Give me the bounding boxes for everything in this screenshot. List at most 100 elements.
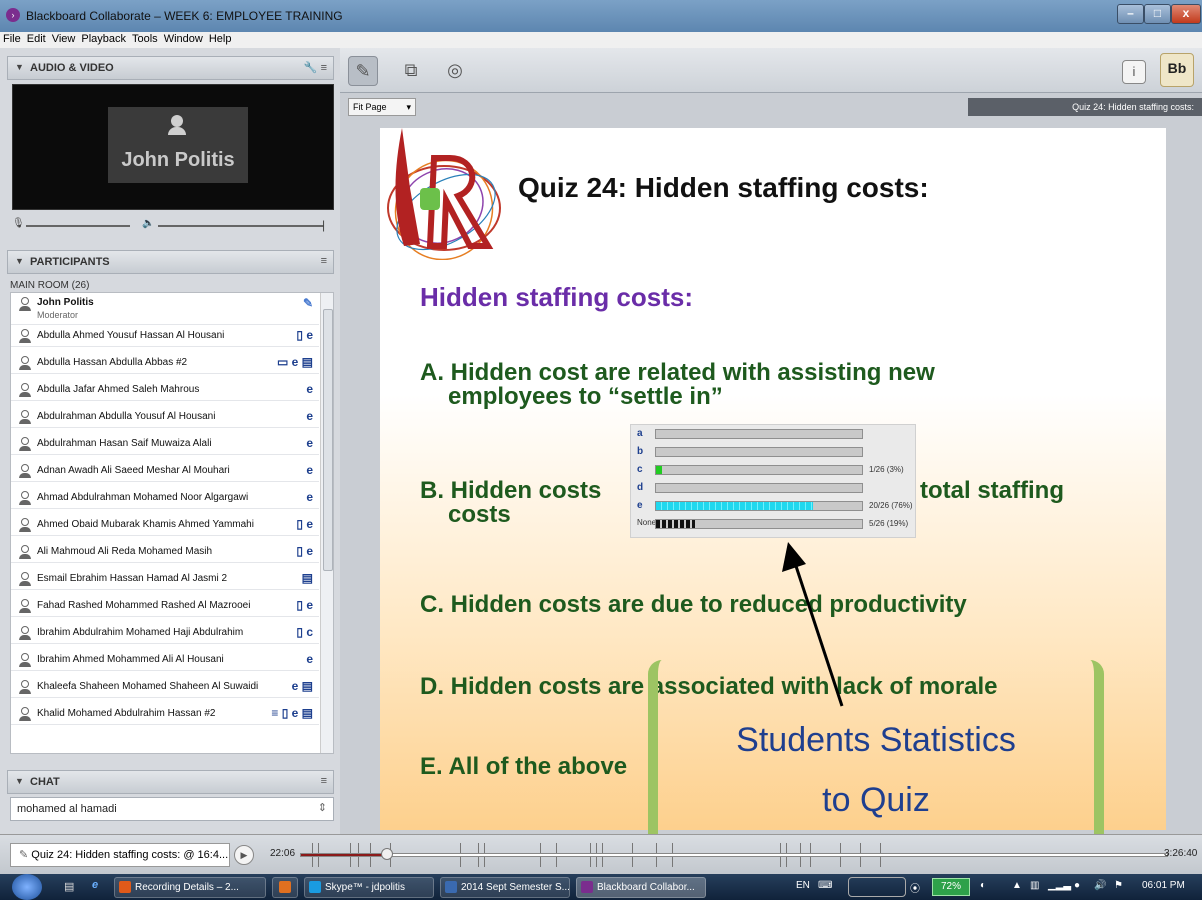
clock[interactable]: 06:01 PM (1142, 880, 1185, 891)
panel-menu-icon[interactable]: 🔧 ≡ (304, 61, 327, 74)
list-item[interactable]: Esmail Ebrahim Hassan Hamad Al Jasmi 2 ▤ (11, 568, 319, 590)
participant-status: e (306, 463, 313, 477)
participant-icon (19, 491, 31, 505)
list-item[interactable]: Abdulla Jafar Ahmed Saleh Mahrous e (11, 379, 319, 401)
participants-list[interactable]: John Politis Moderator ✎ Abdulla Ahmed Y… (10, 292, 334, 754)
network-icon[interactable]: ▥ (1030, 880, 1039, 891)
participant-icon (19, 297, 31, 311)
poll-bar (655, 483, 863, 493)
scrollbar-thumb[interactable] (323, 309, 333, 571)
menu-file[interactable]: File (0, 32, 24, 45)
action-center-icon[interactable]: ⚑ (1114, 880, 1123, 891)
list-item[interactable]: Ahmad Abdulrahman Mohamed Noor Algargawi… (11, 487, 319, 509)
recording-item-dropdown[interactable]: ✎ Quiz 24: Hidden staffing costs: @ 16:4… (10, 843, 230, 867)
speaker-volume-slider[interactable] (158, 225, 324, 227)
participant-name: Khaleefa Shaheen Mohamed Shaheen Al Suwa… (37, 681, 259, 692)
window-titlebar: › Blackboard Collaborate – WEEK 6: EMPLO… (0, 0, 1202, 32)
poll-bar (655, 501, 863, 511)
list-item[interactable]: Ahmed Obaid Mubarak Khamis Ahmed Yammahi… (11, 514, 319, 536)
info-icon[interactable]: i (1122, 60, 1146, 84)
participants-scrollbar[interactable] (320, 293, 333, 753)
panel-menu-icon[interactable]: ≡ (321, 255, 327, 267)
close-button[interactable]: x (1171, 4, 1201, 24)
menu-playback[interactable]: Playback (78, 32, 129, 45)
poll-result-label: 5/26 (19%) (869, 519, 909, 528)
volume-handle[interactable]: | (322, 218, 325, 232)
language-indicator[interactable]: EN (796, 880, 810, 891)
timeline-slider[interactable] (300, 848, 1168, 860)
collapse-icon[interactable]: ▼ (15, 62, 24, 72)
taskbar-item-blackboard[interactable]: Blackboard Collabor... (576, 877, 706, 898)
windows-taskbar: ▤ e Recording Details – 2... Skype™ - jd… (0, 874, 1202, 900)
web-tour-icon[interactable]: ◎ (440, 56, 470, 86)
menu-help[interactable]: Help (206, 32, 235, 45)
annotation-text: Students Statistics to Quiz (660, 710, 1092, 830)
chat-scroll-icon[interactable]: ⇕ (318, 801, 327, 814)
slide-title: Quiz 24: Hidden staffing costs: (518, 172, 929, 203)
volume-icon[interactable]: 🔊 (1094, 880, 1106, 891)
menu-window[interactable]: Window (161, 32, 206, 45)
power-icon[interactable]: ◐ (980, 880, 986, 891)
menu-edit[interactable]: Edit (24, 32, 49, 45)
minimize-button[interactable]: – (1117, 4, 1144, 24)
taskbar-item-document[interactable]: 2014 Sept Semester S... (440, 877, 570, 898)
taskbar-item-recording[interactable]: Recording Details – 2... (114, 877, 266, 898)
taskbar-item-skype[interactable]: Skype™ - jdpolitis (304, 877, 434, 898)
show-hidden-icons[interactable]: ▲ (1012, 880, 1022, 891)
list-item[interactable]: Ali Mahmoud Ali Reda Mohamed Masih ▯ e (11, 541, 319, 563)
chat-input[interactable]: mohamed al hamadi ⇕ (10, 797, 334, 821)
battery-indicator[interactable]: 72% (932, 878, 970, 896)
audio-video-panel-header[interactable]: ▼ AUDIO & VIDEO 🔧 ≡ (7, 56, 334, 80)
file-explorer-icon[interactable]: ▤ (64, 880, 74, 893)
chat-panel-header[interactable]: ▼ CHAT ≡ (7, 770, 334, 794)
fit-page-label: Fit Page (353, 102, 387, 112)
poll-option-letter: None (637, 518, 657, 527)
list-item[interactable]: Fahad Rashed Mohammed Rashed Al Mazrooei… (11, 595, 319, 617)
poll-bar-fill (656, 502, 813, 510)
participant-icon (19, 356, 31, 370)
participant-icon (19, 518, 31, 532)
participant-moderator[interactable]: John Politis Moderator ✎ (11, 293, 319, 325)
mic-volume-slider[interactable] (26, 225, 130, 227)
participant-icon (19, 707, 31, 721)
fit-page-dropdown[interactable]: Fit Page ▾ (348, 98, 416, 116)
list-item[interactable]: Abdulrahman Abdulla Yousuf Al Housani e (11, 406, 319, 428)
list-item[interactable]: Ibrahim Ahmed Mohammed Ali Al Housani e (11, 649, 319, 671)
taskbar-item-app[interactable] (272, 877, 298, 898)
wireless-icon[interactable]: ⦿ (910, 880, 920, 895)
poll-option-letter: b (637, 446, 644, 457)
list-item[interactable]: Ibrahim Abdulrahim Mohamed Haji Abdulrah… (11, 622, 319, 644)
list-item[interactable]: Abdulrahman Hasan Saif Muwaiza Alali e (11, 433, 319, 455)
participant-role: Moderator (37, 310, 79, 320)
maximize-button[interactable]: □ (1144, 4, 1171, 24)
list-item[interactable]: Khaleefa Shaheen Mohamed Shaheen Al Suwa… (11, 676, 319, 698)
security-icon[interactable]: ● (1074, 880, 1080, 891)
speaker-name: John Politis (121, 149, 235, 171)
internet-explorer-icon[interactable]: e (92, 879, 98, 891)
menu-view[interactable]: View (49, 32, 79, 45)
participants-panel-header[interactable]: ▼ PARTICIPANTS ≡ (7, 250, 334, 274)
signal-bars-icon[interactable]: ▁▂▃ (1048, 880, 1071, 891)
speaker-placeholder: John Politis (108, 107, 248, 183)
list-item[interactable]: Abdulla Ahmed Yousuf Hassan Al Housani ▯ … (11, 325, 319, 347)
poll-bar (655, 519, 863, 529)
whiteboard-tool-icon[interactable]: ✎ (348, 56, 378, 86)
participant-icon (19, 545, 31, 559)
start-button[interactable] (12, 874, 42, 900)
poll-bar (655, 447, 863, 457)
play-button[interactable]: ▶ (234, 845, 254, 865)
timeline-handle[interactable] (381, 848, 393, 860)
poll-option-letter: c (637, 464, 643, 475)
participant-status: ▯ c (296, 625, 313, 639)
app-share-icon[interactable]: ⧉ (396, 56, 426, 86)
list-item[interactable]: Adnan Awadh Ali Saeed Meshar Al Mouhari e (11, 460, 319, 482)
list-item[interactable]: Abdulla Hassan Abdulla Abbas #2 ▭ e ▤ (11, 352, 319, 374)
list-item[interactable]: Khalid Mohamed Abdulrahim Hassan #2 ≡ ▯ e… (11, 703, 319, 725)
signal-strength-icon[interactable] (848, 877, 906, 897)
collapse-icon[interactable]: ▼ (15, 256, 24, 266)
playback-position: 22:06 (270, 848, 296, 859)
collapse-icon[interactable]: ▼ (15, 776, 24, 786)
panel-menu-icon[interactable]: ≡ (321, 775, 327, 787)
keyboard-icon[interactable]: ⌨ (818, 880, 832, 891)
menu-tools[interactable]: Tools (129, 32, 161, 45)
